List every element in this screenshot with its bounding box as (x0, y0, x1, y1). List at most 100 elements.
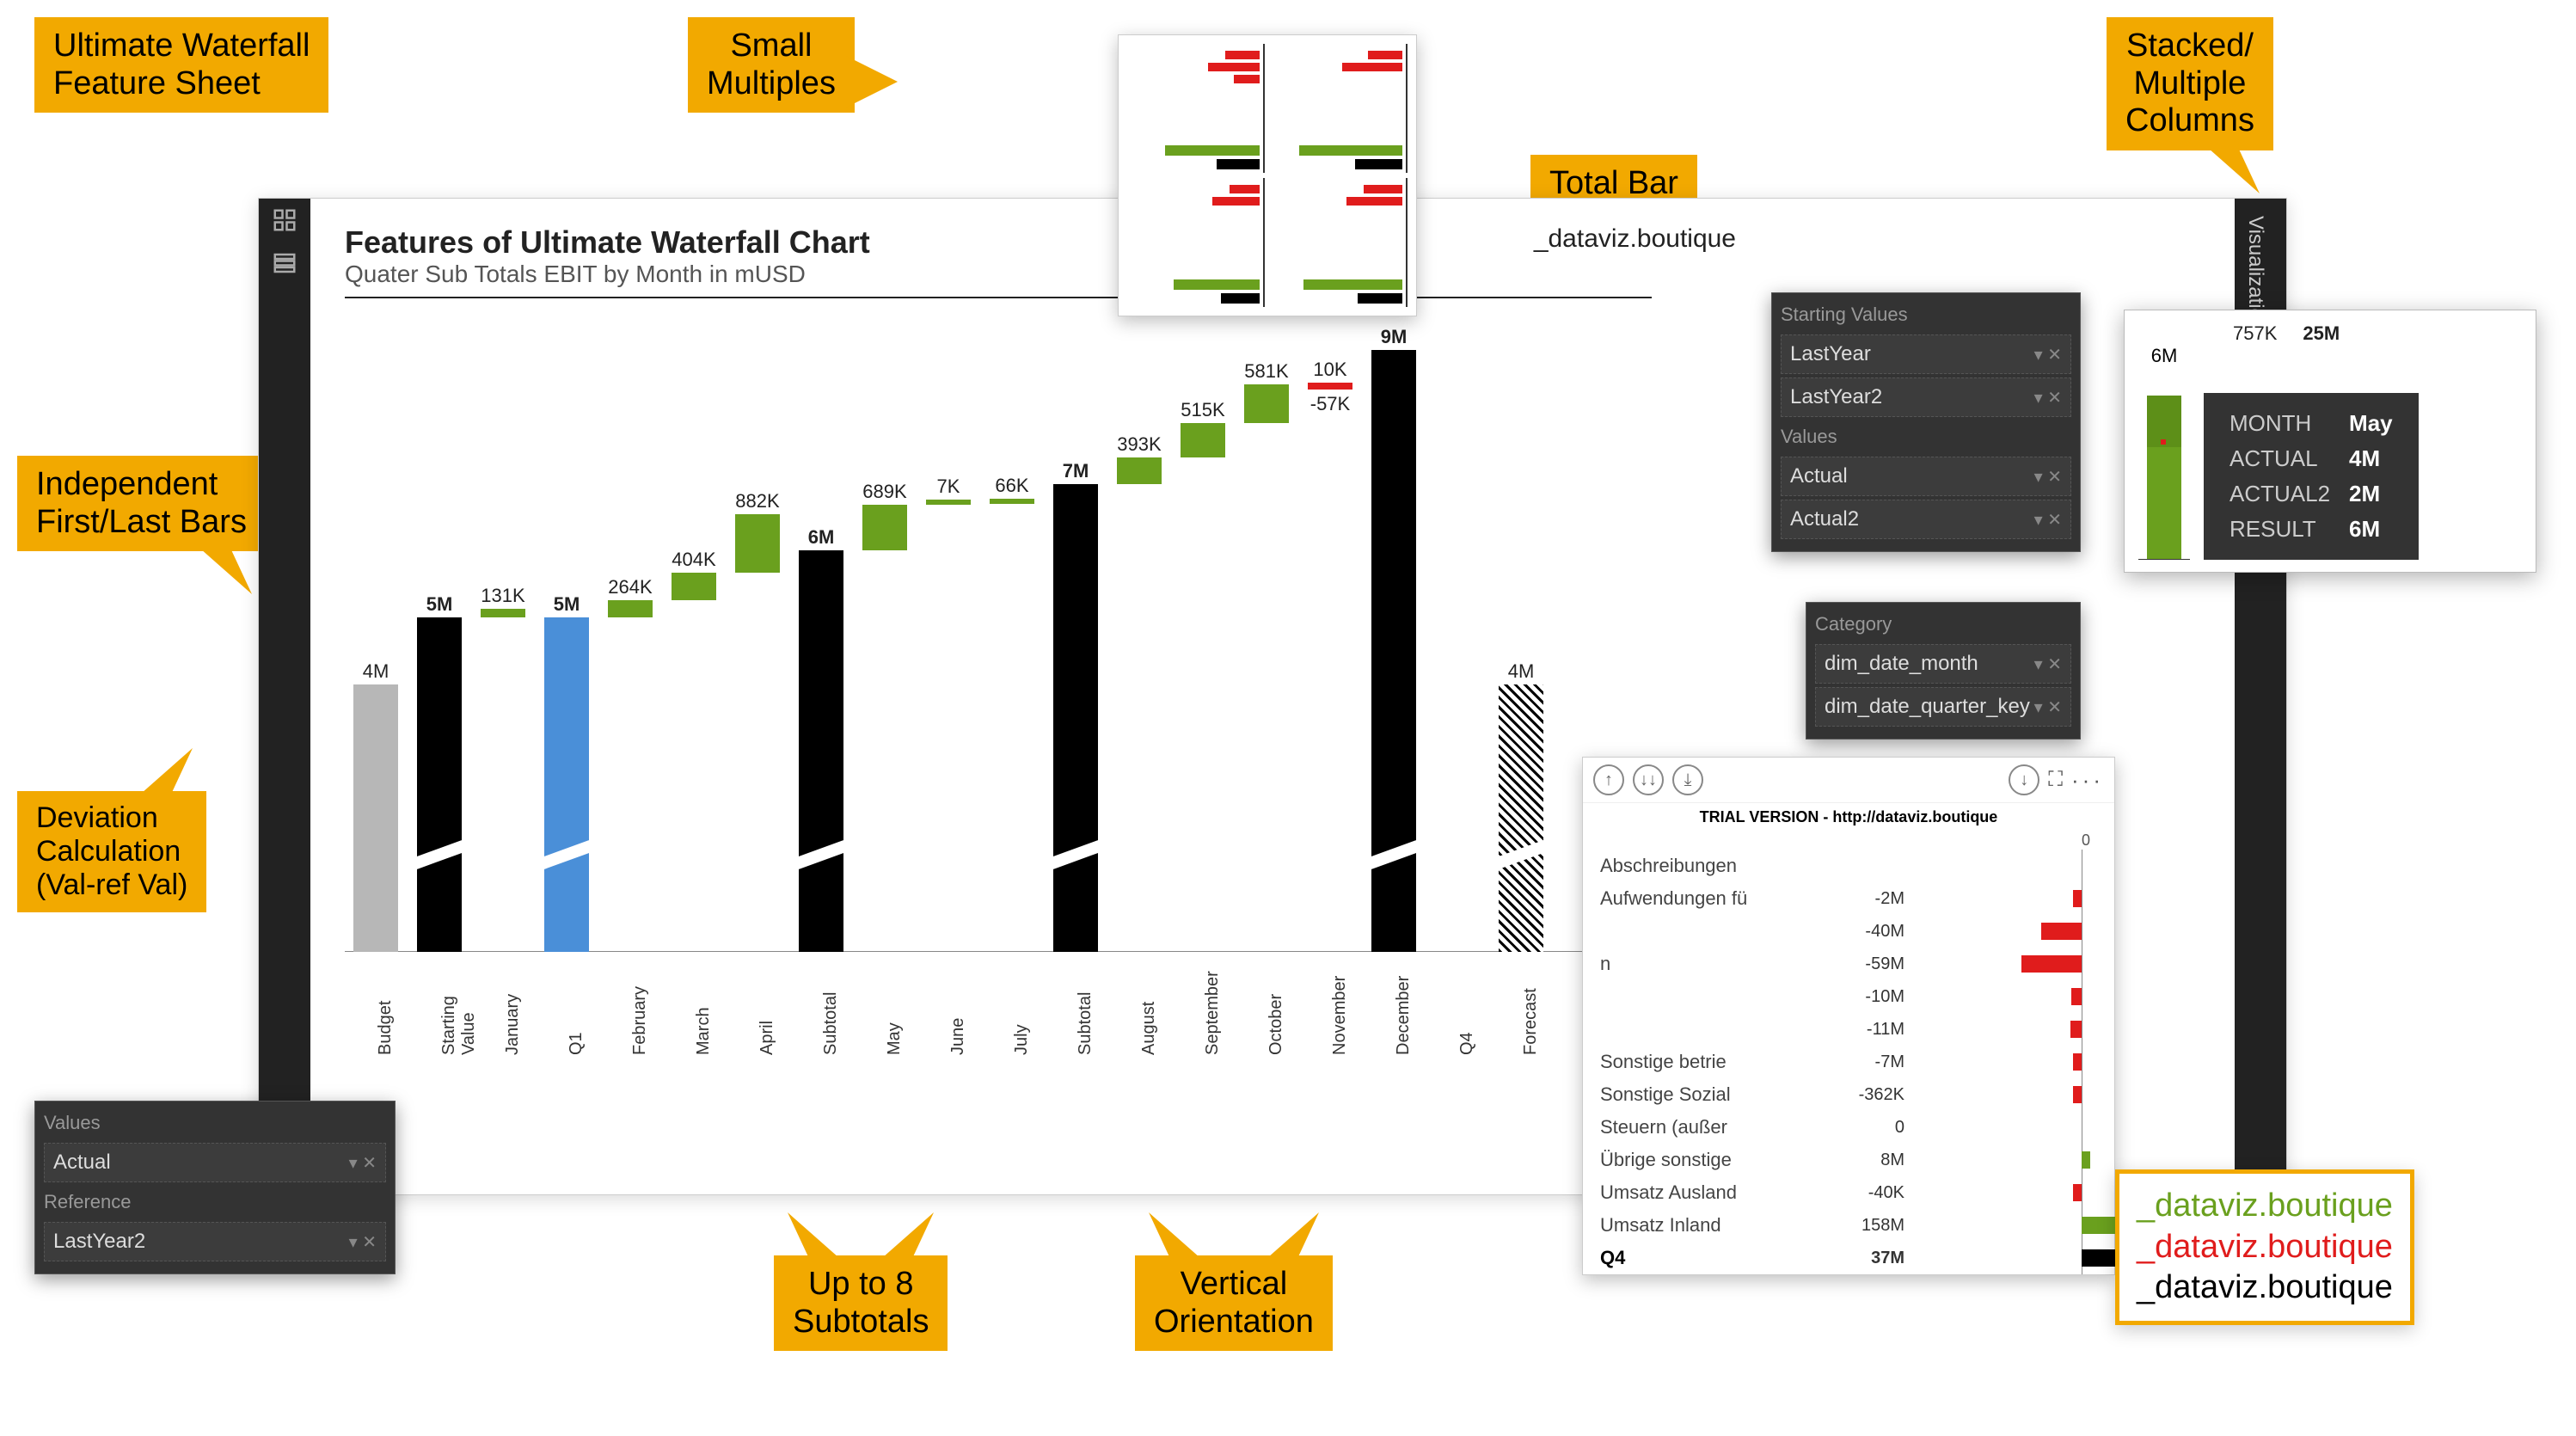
fw-item-dim-quarter-label: dim_date_quarter_key (1825, 695, 2030, 719)
drill-down-icon[interactable]: ↓↓ (1633, 764, 1664, 795)
focus-mode-icon[interactable]: ⛶ (2048, 768, 2063, 792)
drill-row-name: Übrige sonstige (1600, 1149, 1824, 1171)
fw-item-lastyear-label: LastYear (1790, 342, 1871, 366)
tooltip-value: May (2340, 407, 2401, 440)
drill-row-name: Steuern (außer (1600, 1116, 1824, 1138)
callout-vertical: VerticalOrientation (1135, 1255, 1333, 1351)
waterfall-bar (1053, 484, 1098, 952)
fw-item-dim-quarter[interactable]: dim_date_quarter_key▾ ✕ (1815, 687, 2071, 727)
fw-item-bottom-lastyear2[interactable]: LastYear2▾ ✕ (44, 1222, 386, 1261)
waterfall-plot-area: 4M5M131K5M264K404K882K6M689K7K66K7M393K5… (345, 316, 1652, 952)
waterfall-bar-label: 66K (978, 475, 1046, 497)
fw-item-actual2-label: Actual2 (1790, 507, 1859, 531)
view-switcher-bar (259, 199, 310, 1194)
chevron-down-icon[interactable]: ▾ ✕ (2034, 509, 2062, 531)
drill-row-bar (1910, 882, 2114, 915)
fw-item-lastyear2[interactable]: LastYear2▾ ✕ (1781, 377, 2071, 417)
callout-independent-bars-text: IndependentFirst/Last Bars (36, 466, 247, 540)
fw-item-actual2[interactable]: Actual2 ▾ ✕ (1781, 500, 2071, 539)
waterfall-bar (417, 617, 462, 952)
chevron-down-icon[interactable]: ▾ ✕ (2034, 697, 2062, 718)
fw-header-bottom-reference: Reference (44, 1186, 386, 1218)
x-axis-tick: December (1394, 952, 1414, 1055)
x-axis-tick: Starting Value (439, 952, 479, 1055)
x-axis-tick: October (1267, 952, 1286, 1055)
waterfall-bar (608, 600, 653, 618)
waterfall-bar-label: 5M (405, 593, 474, 616)
stacked-tooltip-panel: 757K 25M 6M MONTHMayACTUAL4MACTUAL22MRES… (2124, 310, 2536, 573)
drill-row-name: Sonstige betrie (1600, 1051, 1824, 1073)
chevron-down-icon[interactable]: ▾ ✕ (2034, 344, 2062, 365)
callout-independent-bars: IndependentFirst/Last Bars (17, 456, 266, 551)
chevron-down-icon[interactable]: ▾ ✕ (2034, 466, 2062, 488)
chevron-down-icon[interactable]: ▾ ✕ (2034, 387, 2062, 408)
drill-mode-icon[interactable]: ↓ (2009, 764, 2039, 795)
fw-header-category: Category (1815, 608, 2071, 641)
mini-stacked-bar (2138, 371, 2190, 560)
tooltip-row: RESULT6M (2221, 512, 2401, 546)
fw-item-lastyear[interactable]: LastYear ▾ ✕ (1781, 334, 2071, 374)
tooltip-row: ACTUAL4M (2221, 442, 2401, 476)
drill-row: -40M (1583, 915, 2114, 948)
drill-row-value: 0 (1824, 1118, 1910, 1138)
drill-row-name: Sonstige Sozial (1600, 1083, 1824, 1106)
drill-row-bar (1910, 1046, 2114, 1078)
waterfall-bar-label: 131K (469, 585, 537, 607)
drill-row-value: -362K (1824, 1085, 1910, 1105)
waterfall-bar (735, 514, 780, 574)
drill-row: Sonstige Sozial-362K (1583, 1078, 2114, 1111)
drill-title: TRIAL VERSION - http://dataviz.boutique (1583, 803, 2114, 832)
fw-item-dim-month[interactable]: dim_date_month▾ ✕ (1815, 644, 2071, 684)
drill-row-name: Umsatz Ausland (1600, 1181, 1824, 1204)
chevron-down-icon[interactable]: ▾ ✕ (349, 1231, 377, 1253)
waterfall-bar-label: 4M (341, 660, 410, 683)
drill-row-value: -2M (1824, 889, 1910, 909)
tooltip-key: RESULT (2221, 512, 2339, 546)
drill-row-value: 37M (1824, 1249, 1910, 1268)
waterfall-bar-label: 515K (1168, 399, 1237, 421)
callout-title-text: Ultimate WaterfallFeature Sheet (53, 28, 310, 101)
tooltip-values: MONTHMayACTUAL4MACTUAL22MRESULT6M (2204, 393, 2419, 560)
waterfall-bar-label: 581K (1232, 360, 1301, 383)
x-axis-tick: July (1012, 952, 1032, 1055)
fw-item-actual[interactable]: Actual▾ ✕ (1781, 457, 2071, 496)
chevron-down-icon[interactable]: ▾ ✕ (349, 1152, 377, 1174)
drill-row-bar (1910, 1111, 2114, 1144)
waterfall-chart-visual[interactable]: Features of Ultimate Waterfall Chart Qua… (345, 224, 1652, 1072)
drill-rows: 0AbschreibungenAufwendungen fü-2M-40Mn-5… (1583, 832, 2114, 1274)
callout-subtotals: Up to 8Subtotals (774, 1255, 948, 1351)
drill-row-value: -40K (1824, 1183, 1910, 1203)
waterfall-bar (1499, 684, 1543, 952)
chevron-down-icon[interactable]: ▾ ✕ (2034, 654, 2062, 675)
waterfall-bar-label: 393K (1105, 433, 1174, 456)
drill-row-bar (1910, 1013, 2114, 1046)
x-axis-tick: March (694, 952, 714, 1055)
x-axis-tick: August (1139, 952, 1159, 1055)
report-view-icon[interactable] (272, 207, 297, 233)
expand-down-icon[interactable]: ⤓ (1672, 764, 1703, 795)
brand-badge: _dataviz.boutique _dataviz.boutique _dat… (2115, 1169, 2414, 1325)
x-axis-tick: April (757, 952, 777, 1055)
drill-row-value: -59M (1824, 954, 1910, 974)
tooltip-top-label-1: 25M (2303, 322, 2340, 345)
drill-row-bar (1910, 1176, 2114, 1209)
waterfall-bar-label: 4M (1487, 660, 1555, 683)
drill-row-name: Q4 (1600, 1247, 1824, 1269)
fw-item-bottom-actual[interactable]: Actual▾ ✕ (44, 1143, 386, 1182)
waterfall-x-axis: BudgetStarting ValueJanuaryQ1FebruaryMar… (345, 952, 1652, 1072)
title-underline (345, 297, 1652, 298)
fieldwell-bottom: Values Actual▾ ✕ Reference LastYear2▾ ✕ (34, 1101, 396, 1274)
drill-up-icon[interactable]: ↑ (1593, 764, 1624, 795)
drill-row: Sonstige betrie-7M (1583, 1046, 2114, 1078)
drill-row-name: Abschreibungen (1600, 855, 1824, 877)
drill-down-visual[interactable]: ↑ ↓↓ ⤓ ↓ ⛶ ··· TRIAL VERSION - http://da… (1582, 757, 2115, 1275)
drill-row-bar (1910, 1209, 2114, 1242)
waterfall-bar (1244, 384, 1289, 423)
waterfall-bar (544, 617, 589, 952)
data-view-icon[interactable] (272, 250, 297, 276)
brand-line-red: _dataviz.boutique (2137, 1227, 2393, 1268)
waterfall-bar (926, 500, 971, 505)
x-axis-tick: Forecast (1521, 952, 1541, 1055)
more-options-icon[interactable]: ··· (2071, 767, 2104, 794)
x-axis-tick: Subtotal (1076, 952, 1095, 1055)
